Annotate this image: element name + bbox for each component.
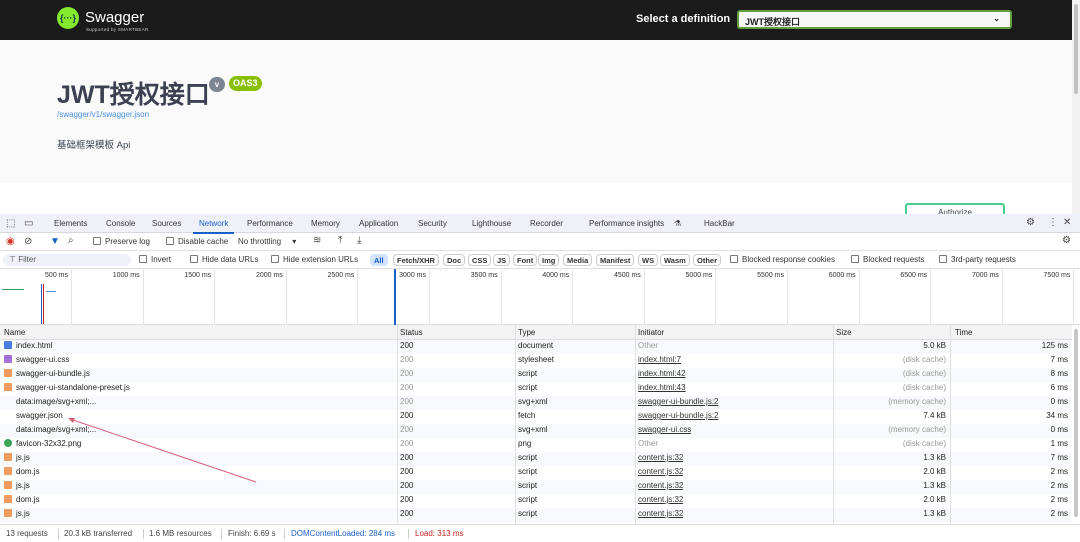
- annotation-arrow: [68, 418, 257, 483]
